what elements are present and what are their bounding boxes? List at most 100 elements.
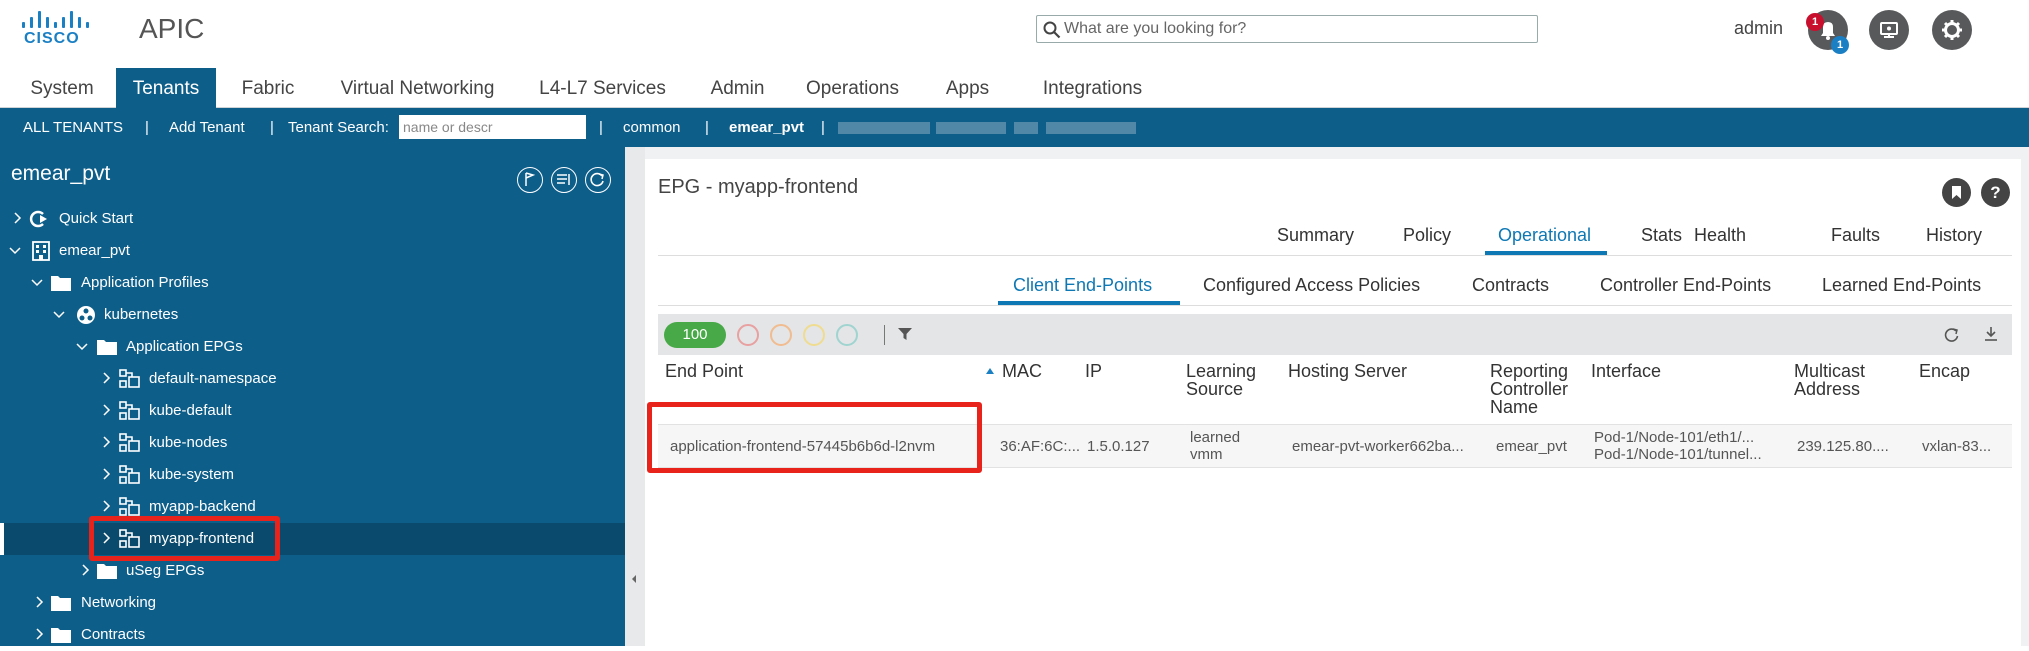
highlight-box <box>647 402 982 473</box>
tab-fabric[interactable]: Fabric <box>228 68 308 108</box>
chevron-right-icon[interactable] <box>100 500 112 512</box>
chevron-right-icon[interactable] <box>11 212 23 224</box>
tree-item-label: Contracts <box>81 626 146 643</box>
column-header-encap[interactable]: Encap <box>1919 362 1970 380</box>
column-header-ip[interactable]: IP <box>1085 362 1102 380</box>
subtab-configured-access-policies[interactable]: Configured Access Policies <box>1203 275 1420 296</box>
sort-asc-icon[interactable] <box>985 367 995 375</box>
help-button[interactable]: ? <box>1981 178 2010 207</box>
tree-item-label: uSeg EPGs <box>126 562 205 579</box>
tree-item-epg[interactable]: kube-default <box>0 395 625 427</box>
tree-item-epg[interactable]: kube-system <box>0 459 625 491</box>
chevron-right-icon[interactable] <box>100 372 112 384</box>
epg-icon <box>119 433 140 452</box>
chevron-down-icon[interactable] <box>31 276 43 288</box>
column-header-reporting-controller[interactable]: Reporting Controller Name <box>1490 362 1568 416</box>
redacted-tenant <box>936 122 1006 134</box>
tree-item-tenant[interactable]: emear_pvt <box>0 235 625 267</box>
tree-item-contracts[interactable]: Contracts <box>0 619 625 651</box>
subtab-controller-end-points[interactable]: Controller End-Points <box>1600 275 1771 296</box>
folder-icon <box>51 596 71 611</box>
cell-interface-1: Pod-1/Node-101/eth1/... <box>1594 429 1755 446</box>
username[interactable]: admin <box>1734 18 1783 39</box>
cell-ip: 1.5.0.127 <box>1087 438 1150 455</box>
tree-item-label: Networking <box>81 594 157 611</box>
main-nav-tabs: System Tenants Fabric Virtual Networking… <box>0 68 2029 108</box>
tab-summary[interactable]: Summary <box>1277 225 1354 246</box>
bookmark-button[interactable] <box>1942 178 1971 207</box>
tenant-search-input[interactable] <box>399 115 586 139</box>
tab-integrations[interactable]: Integrations <box>1030 68 1155 108</box>
tab-operational[interactable]: Operational <box>1498 225 1591 246</box>
download-icon[interactable] <box>1982 325 2000 343</box>
global-search[interactable] <box>1036 15 1538 43</box>
table-toolbar: 100 <box>658 314 2012 355</box>
tab-health[interactable]: Health <box>1694 225 1746 246</box>
cell-mac: 36:AF:6C:... <box>1000 438 1081 455</box>
chevron-right-icon[interactable] <box>33 628 45 640</box>
tree-item-application-epgs[interactable]: Application EPGs <box>0 331 625 363</box>
tenant-link-current[interactable]: emear_pvt <box>729 119 804 136</box>
tab-stats[interactable]: Stats <box>1641 225 1682 246</box>
tree-item-epg[interactable]: default-namespace <box>0 363 625 395</box>
all-tenants-link[interactable]: ALL TENANTS <box>23 119 123 136</box>
warning-filter-icon[interactable] <box>836 324 858 346</box>
collapse-arrow-icon[interactable] <box>625 569 645 589</box>
panel-splitter[interactable] <box>625 147 645 646</box>
tree-item-kubernetes[interactable]: kubernetes <box>0 299 625 331</box>
cisco-logo[interactable]: CISCO <box>22 10 92 50</box>
folder-icon <box>51 276 71 291</box>
tab-tenants[interactable]: Tenants <box>116 68 216 108</box>
tree-item-networking[interactable]: Networking <box>0 587 625 619</box>
chevron-right-icon[interactable] <box>79 564 91 576</box>
chevron-right-icon[interactable] <box>100 468 112 480</box>
major-filter-icon[interactable] <box>770 324 792 346</box>
column-header-interface[interactable]: Interface <box>1591 362 1661 380</box>
tab-virtual-networking[interactable]: Virtual Networking <box>330 68 505 108</box>
tree-item-application-profiles[interactable]: Application Profiles <box>0 267 625 299</box>
column-header-mac[interactable]: MAC <box>1002 362 1042 380</box>
tenant-link-common[interactable]: common <box>623 119 681 136</box>
remote-display-button[interactable] <box>1869 10 1909 50</box>
tree-item-useg-epgs[interactable]: uSeg EPGs <box>0 555 625 587</box>
subtab-client-end-points[interactable]: Client End-Points <box>1013 275 1152 296</box>
pin-icon <box>525 172 536 186</box>
subtab-contracts[interactable]: Contracts <box>1472 275 1549 296</box>
tab-admin[interactable]: Admin <box>700 68 775 108</box>
navigation-sidebar: emear_pvt Quick Start emear_pvt Applicat… <box>0 147 625 646</box>
chevron-right-icon[interactable] <box>33 596 45 608</box>
tab-apps[interactable]: Apps <box>935 68 1000 108</box>
refresh-icon[interactable] <box>1943 326 1961 344</box>
page-size-pill[interactable]: 100 <box>664 322 726 348</box>
add-tenant-link[interactable]: Add Tenant <box>169 119 245 136</box>
tab-system[interactable]: System <box>16 68 108 108</box>
column-header-multicast-address[interactable]: Multicast Address <box>1794 362 1865 398</box>
tab-policy[interactable]: Policy <box>1403 225 1451 246</box>
sidebar-pin-button[interactable] <box>517 167 543 193</box>
search-input[interactable] <box>1064 18 1524 40</box>
critical-filter-icon[interactable] <box>737 324 759 346</box>
column-header-hosting-server[interactable]: Hosting Server <box>1288 362 1407 380</box>
tree-item-epg[interactable]: kube-nodes <box>0 427 625 459</box>
column-header-end-point[interactable]: End Point <box>665 362 743 380</box>
tree-item-quick-start[interactable]: Quick Start <box>0 203 625 235</box>
chevron-down-icon[interactable] <box>53 308 65 320</box>
tab-l4-l7-services[interactable]: L4-L7 Services <box>530 68 675 108</box>
minor-filter-icon[interactable] <box>803 324 825 346</box>
tab-history[interactable]: History <box>1926 225 1982 246</box>
sidebar-title: emear_pvt <box>11 162 111 185</box>
chevron-down-icon[interactable] <box>76 340 88 352</box>
column-header-learning-source[interactable]: Learning Source <box>1186 362 1256 398</box>
chevron-down-icon[interactable] <box>9 244 21 256</box>
sidebar-list-button[interactable] <box>551 167 577 193</box>
chevron-right-icon[interactable] <box>100 436 112 448</box>
cisco-logo-bars <box>22 10 92 28</box>
filter-icon[interactable] <box>897 326 913 342</box>
settings-button[interactable] <box>1932 10 1972 50</box>
chevron-right-icon[interactable] <box>100 404 112 416</box>
tab-operations[interactable]: Operations <box>795 68 910 108</box>
tab-faults[interactable]: Faults <box>1831 225 1880 246</box>
subtab-learned-end-points[interactable]: Learned End-Points <box>1822 275 1981 296</box>
sidebar-refresh-button[interactable] <box>585 167 611 193</box>
subnav-separator: | <box>145 119 149 136</box>
